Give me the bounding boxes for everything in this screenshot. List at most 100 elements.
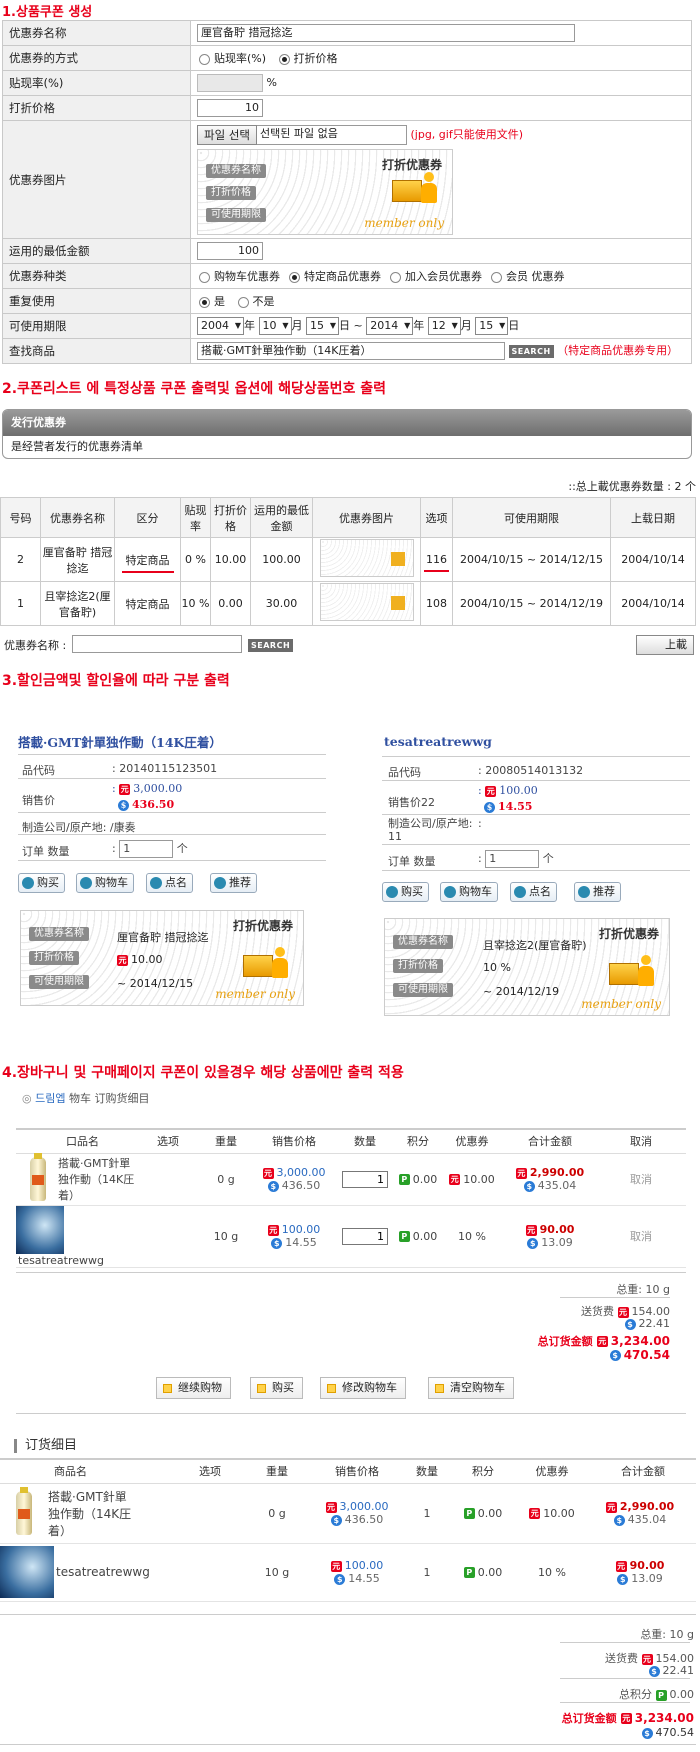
cart-row: tesatreatrewwg 10 g 元 100.00 $14.55 1 P 0.0… [16,1205,686,1268]
reuse-radio-no[interactable] [237,296,249,308]
product-thumbnail[interactable] [16,1487,32,1535]
yuan-icon: 元 [515,1167,527,1179]
gift-box-icon [243,955,273,977]
end-month-select[interactable]: 12 [427,317,461,335]
qty-input[interactable]: 1 [342,1170,388,1188]
end-year-select[interactable]: 2014 [366,317,414,335]
qty-row: : 1 个 [478,850,554,868]
price-label: 销售价22 [388,796,435,809]
points-value: 0.00 [669,1688,695,1701]
item-name[interactable]: 搭載·GMT針單独作動（14K圧着） [58,1155,136,1203]
unit: 月 [460,319,472,332]
method-radio-price[interactable] [278,53,290,65]
method-label: 贴现率(%) [214,52,267,65]
coupon-title: 打折优惠券 [232,919,293,933]
item-yuan: 3,000.00 [276,1166,326,1179]
clear-cart-button[interactable]: 清空购物车 [428,1377,514,1399]
product-name[interactable]: tesatreatrewwg [384,734,492,749]
file-select-button[interactable]: 파일 선택 [197,125,257,145]
wishlist-icon [150,877,162,889]
product-search-input[interactable]: 搭載·GMT針單独作動（14K圧着） [197,342,505,360]
cell: 且宰捻迄2(厘官备聍) [40,581,115,626]
item-name[interactable]: 搭載·GMT針單独作動（14K圧着） [48,1488,136,1539]
cancel-link[interactable]: 取消 [596,1205,686,1268]
price-input[interactable]: 10 [197,99,263,117]
section-title-2: 2.쿠폰리스트 에 특정상품 쿠폰 출력및 옵션에 해당상품번호 출력 [2,381,387,397]
date-sep: ~ [353,319,363,332]
order-row: tesatreatrewwg 10 g 元 100.00 $14.55 1 P 0.0… [0,1543,696,1602]
item-name[interactable]: tesatreatrewwg [18,1254,104,1267]
col-header: 选项 [138,1128,198,1154]
cart-button[interactable]: 购物车 [76,873,134,893]
cell [312,537,421,582]
product-thumbnail[interactable] [30,1153,46,1201]
maker-value: /康奏 [109,821,136,834]
type-label: 加入会员优惠券 [405,270,482,283]
point-icon: P [398,1231,410,1243]
item-usd: 14.55 [285,1236,317,1250]
col-header: 打折价格 [210,497,251,538]
product-thumbnail[interactable] [0,1546,54,1598]
col-header: 商品名 [0,1458,178,1484]
grand-yuan: 3,234.00 [634,1711,694,1725]
rate-input[interactable] [197,74,263,92]
list-search-input[interactable] [72,635,242,653]
cancel-link[interactable]: 取消 [596,1153,686,1206]
continue-shopping-button[interactable]: 继续购物 [156,1377,231,1399]
cart-button[interactable]: 购物车 [440,882,498,902]
start-day-select[interactable]: 15 [306,317,339,335]
type-radio-member[interactable] [491,271,502,283]
qty-input[interactable]: 1 [485,850,540,868]
coupon-name-input[interactable]: 厘官备聍 措冠捻迄 [197,24,575,42]
reuse-radio-yes[interactable] [199,296,210,308]
item-coupon: 10.00 [463,1172,495,1186]
wishlist-button[interactable]: 点名 [510,882,557,902]
start-year-select[interactable]: 2004 [197,317,244,335]
search-button[interactable]: SEARCH [508,344,554,358]
end-day-select[interactable]: 15 [475,317,509,335]
breadcrumb-home[interactable]: 드림엡 [35,1092,65,1105]
price-yuan: : 元 3,000.00 [112,782,183,795]
type-radio-cart[interactable] [199,271,210,283]
type-label: 会员 优惠券 [506,270,565,283]
dollar-icon: $ [334,1573,346,1585]
recommend-button[interactable]: 推荐 [210,873,257,893]
order-grand-total-usd: $470.54 [641,1726,694,1739]
type-radio-product[interactable] [289,271,300,283]
point-icon: P [655,1689,667,1701]
min-amount-input[interactable]: 100 [197,242,263,260]
maker-row: 制造公司/原产地: /康奏 [22,819,136,835]
ship-usd: 22.41 [638,1317,671,1330]
panel-subtitle: 是经营者发行的优惠券清单 [11,440,143,453]
buy-button[interactable]: 购买 [18,873,65,893]
yuan-icon: 元 [641,1653,653,1665]
qty-input[interactable]: 1 [342,1227,388,1245]
product-code: : 20080514013132 [478,764,584,777]
qty-input[interactable]: 1 [119,840,174,858]
purchase-button[interactable]: 购买 [250,1377,303,1399]
cell: 100.00 [250,537,313,582]
dollar-icon: $ [613,1514,625,1526]
btn-label: 点名 [165,876,187,889]
product-name[interactable]: 搭載·GMT針單独作動（14K圧着） [18,732,222,751]
item-name[interactable]: tesatreatrewwg [56,1565,150,1579]
edit-cart-button[interactable]: 修改购物车 [320,1377,406,1399]
upload-button[interactable]: 上載 [636,635,694,655]
yuan-icon: 元 [267,1224,279,1236]
cell: 2004/10/14 [610,581,696,626]
list-search-button[interactable]: SEARCH [248,639,294,652]
form-label: 打折价格 [2,95,191,121]
col-header: 优惠券名称 [40,497,115,538]
buy-button[interactable]: 购买 [382,882,429,902]
buy-icon [386,886,398,898]
form-label: 贴现率(%) [2,70,191,96]
cell: 10 % [180,581,211,626]
type-radio-join[interactable] [390,271,401,283]
item-total-usd: 435.04 [537,1179,577,1192]
wishlist-button[interactable]: 点名 [146,873,193,893]
type-label: 特定商品优惠券 [304,270,381,283]
product-thumbnail[interactable] [16,1205,64,1254]
start-month-select[interactable]: 10 [258,317,292,335]
method-radio-rate[interactable] [199,53,210,65]
recommend-button[interactable]: 推荐 [574,882,621,902]
